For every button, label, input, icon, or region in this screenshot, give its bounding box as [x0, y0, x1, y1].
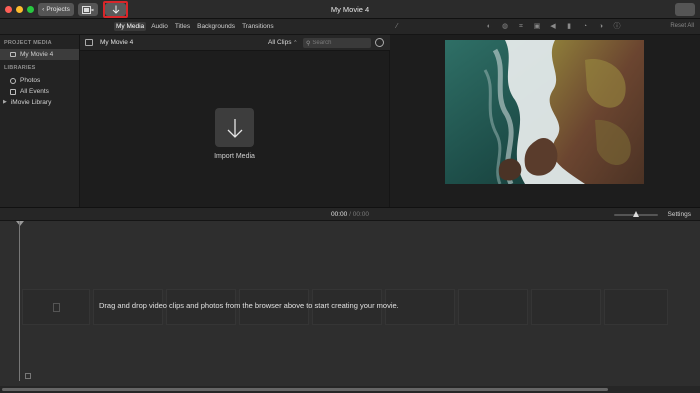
- playhead[interactable]: [19, 221, 20, 381]
- color-balance-icon[interactable]: ◐: [484, 22, 494, 32]
- filter-icon[interactable]: ◑: [596, 22, 606, 32]
- coastline-thumbnail: [445, 40, 644, 184]
- clip-placeholder: [604, 289, 668, 325]
- title-bar: ‹ Projects My Movie 4: [0, 0, 700, 19]
- magic-wand-icon[interactable]: ⁄: [392, 22, 402, 32]
- playhead-handle[interactable]: [16, 221, 24, 226]
- info-icon[interactable]: ⓘ: [612, 22, 622, 32]
- noise-reduction-icon[interactable]: ▮: [564, 22, 574, 32]
- sidebar-item-label: Photos: [20, 77, 41, 84]
- total-time: 00:00: [352, 211, 369, 218]
- sidebar-item-my-movie-4[interactable]: My Movie 4: [0, 49, 79, 60]
- crop-icon[interactable]: ⌗: [516, 22, 526, 32]
- reset-all-button[interactable]: Reset All: [670, 23, 694, 29]
- color-correction-icon[interactable]: ◍: [500, 22, 510, 32]
- import-media-label[interactable]: Import Media: [190, 153, 279, 160]
- video-preview[interactable]: [445, 40, 644, 184]
- chevron-updown-icon: ⌃: [293, 40, 298, 46]
- clip-placeholder: [458, 289, 528, 325]
- timecode-display: 00:00 / 00:00: [0, 211, 700, 218]
- media-tabs: My Media Audio Titles Backgrounds Transi…: [114, 22, 276, 31]
- window-title: My Movie 4: [330, 5, 370, 14]
- timeline[interactable]: Drag and drop video clips and photos fro…: [0, 221, 700, 393]
- sidebar-item-photos[interactable]: Photos: [0, 75, 79, 86]
- sidebar-toggle-icon[interactable]: [85, 39, 93, 46]
- viewer: [390, 35, 700, 207]
- tab-row: My Media Audio Titles Backgrounds Transi…: [0, 19, 700, 35]
- volume-icon[interactable]: ◀: [548, 22, 558, 32]
- clip-filter-dropdown[interactable]: All Clips ⌃: [268, 39, 298, 46]
- share-button[interactable]: [675, 3, 695, 16]
- libraries-sidebar: PROJECT MEDIA My Movie 4 LIBRARIES Photo…: [0, 35, 80, 207]
- import-media-tile[interactable]: [215, 108, 254, 147]
- film-icon: [52, 302, 60, 312]
- photos-icon: [10, 77, 16, 84]
- tab-titles[interactable]: Titles: [173, 22, 192, 31]
- search-input[interactable]: [312, 40, 363, 46]
- project-media-heading: PROJECT MEDIA: [4, 40, 52, 46]
- clip-placeholder: [22, 289, 90, 325]
- sidebar-item-imovie-library[interactable]: ▶ iMovie Library: [0, 97, 79, 108]
- current-time: 00:00: [331, 211, 348, 218]
- sidebar-item-label: All Events: [20, 88, 49, 95]
- timeline-settings-button[interactable]: Settings: [668, 211, 692, 218]
- timeline-zoom-slider[interactable]: [614, 211, 658, 217]
- search-icon: ⚲: [306, 40, 311, 47]
- project-icon: [10, 52, 16, 57]
- tab-audio[interactable]: Audio: [149, 22, 170, 31]
- zoom-slider-knob[interactable]: [633, 211, 639, 217]
- timeline-drop-hint: Drag and drop video clips and photos fro…: [99, 301, 399, 310]
- time-separator: /: [349, 211, 351, 218]
- clip-filter-value: All Clips: [268, 39, 292, 46]
- sidebar-item-label: My Movie 4: [20, 51, 54, 58]
- clip-placeholder: [531, 289, 601, 325]
- events-icon: [10, 88, 16, 95]
- speed-icon[interactable]: ◔: [580, 22, 590, 32]
- timeline-header: 00:00 / 00:00 Settings: [0, 207, 700, 221]
- import-arrow-icon: [227, 118, 242, 138]
- media-browser: My Movie 4 All Clips ⌃ ⚲ Import Media: [80, 35, 390, 207]
- search-field[interactable]: ⚲: [303, 38, 371, 48]
- stabilization-icon[interactable]: ▣: [532, 22, 542, 32]
- tab-my-media[interactable]: My Media: [114, 22, 147, 31]
- disclosure-triangle-icon[interactable]: ▶: [3, 97, 7, 108]
- browser-settings-icon[interactable]: [375, 38, 384, 47]
- sidebar-item-all-events[interactable]: All Events: [0, 86, 79, 97]
- tab-backgrounds[interactable]: Backgrounds: [195, 22, 237, 31]
- browser-title: My Movie 4: [100, 39, 134, 46]
- browser-toolbar: My Movie 4 All Clips ⌃ ⚲: [80, 35, 390, 51]
- viewer-toolbar: ⁄ ◐ ◍ ⌗ ▣ ◀ ▮ ◔ ◑ ⓘ: [392, 22, 622, 32]
- tab-transitions[interactable]: Transitions: [240, 22, 276, 31]
- audio-track-icon: [25, 373, 31, 379]
- scrollbar-thumb[interactable]: [2, 388, 608, 391]
- timeline-scrollbar[interactable]: [0, 386, 700, 393]
- sidebar-item-label: iMovie Library: [10, 99, 52, 106]
- libraries-heading: LIBRARIES: [4, 65, 36, 71]
